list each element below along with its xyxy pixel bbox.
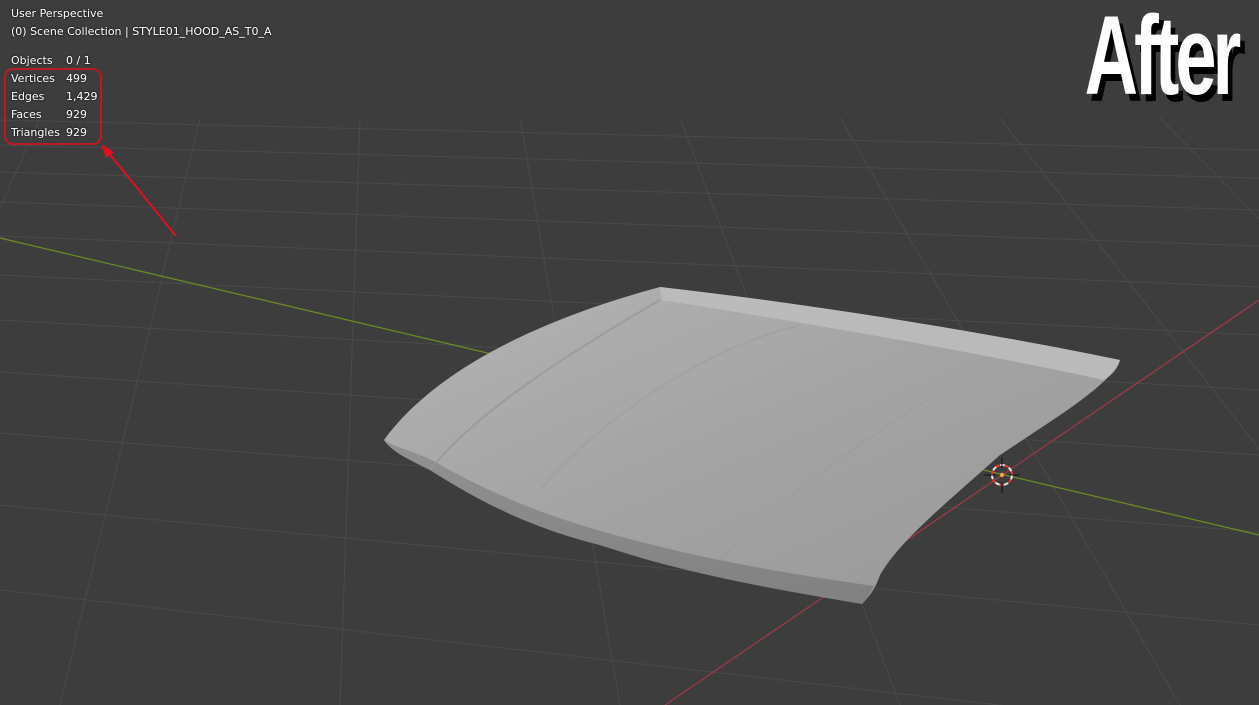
- stat-value: 1,429: [66, 90, 98, 103]
- stat-label: Faces: [11, 108, 42, 121]
- stat-label: Edges: [11, 90, 45, 103]
- stat-row-vertices: Vertices 499: [11, 70, 98, 88]
- 3d-viewport[interactable]: User Perspective (0) Scene Collection | …: [0, 0, 1259, 705]
- stat-label: Vertices: [11, 72, 55, 85]
- stat-value: 929: [66, 108, 87, 121]
- stat-row-objects: Objects 0 / 1: [11, 52, 98, 70]
- viewport-scene: [0, 68, 1259, 705]
- stat-label: Objects: [11, 54, 53, 67]
- stat-row-edges: Edges 1,429: [11, 88, 98, 106]
- collection-path: (0) Scene Collection | STYLE01_HOOD_AS_T…: [11, 25, 272, 38]
- stat-label: Triangles: [11, 126, 60, 139]
- stat-value: 0 / 1: [66, 54, 91, 67]
- stat-row-faces: Faces 929: [11, 106, 98, 124]
- annotation-arrow-icon: [101, 144, 177, 237]
- stat-value: 499: [66, 72, 87, 85]
- stat-value: 929: [66, 126, 87, 139]
- scene-statistics: Objects 0 / 1 Vertices 499 Edges 1,429 F…: [11, 52, 98, 142]
- view-name: User Perspective: [11, 7, 104, 20]
- stat-row-triangles: Triangles 929: [11, 124, 98, 142]
- hood-mesh[interactable]: [384, 287, 1120, 604]
- after-title: After: [1084, 0, 1241, 118]
